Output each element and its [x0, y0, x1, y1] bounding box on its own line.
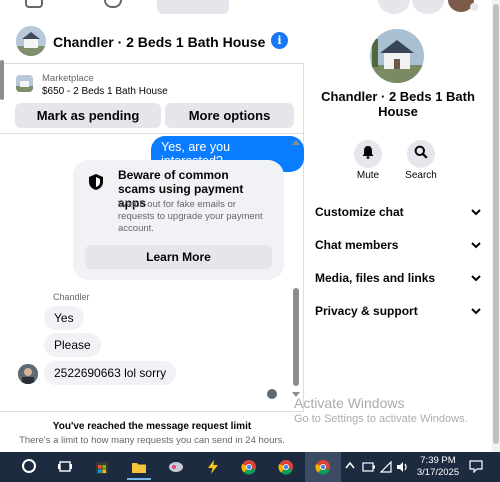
listing-price-title[interactable]: $650 - 2 Beds 1 Bath House	[42, 86, 168, 97]
chevron-down-icon	[471, 238, 481, 252]
scroll-thumb[interactable]	[293, 288, 299, 386]
seen-avatar	[267, 389, 277, 399]
bell-icon	[361, 145, 375, 164]
notifications-button[interactable]	[412, 0, 444, 14]
microsoft-store-icon[interactable]	[94, 459, 110, 475]
menu-grid-button[interactable]	[378, 0, 410, 14]
limit-body: There's a limit to how many requests you…	[19, 435, 285, 446]
listing-thumbnail[interactable]	[16, 75, 33, 92]
clock-date: 3/17/2025	[416, 467, 460, 478]
mute-label: Mute	[356, 170, 380, 181]
power-automate-icon[interactable]	[205, 459, 221, 475]
chrome-profile-icon[interactable]	[278, 459, 294, 475]
chrome-icon[interactable]	[241, 459, 257, 475]
snipping-tool-icon[interactable]	[168, 459, 184, 475]
learn-more-button[interactable]: Learn More	[85, 245, 272, 269]
clock-time: 7:39 PM	[420, 455, 456, 466]
top-navigation-strip	[0, 0, 500, 14]
info-icon[interactable]: i	[271, 32, 288, 49]
volume-icon[interactable]	[396, 460, 410, 478]
listing-avatar[interactable]	[16, 26, 46, 56]
limit-title: You've reached the message request limit	[52, 421, 252, 432]
activate-windows-title: Activate Windows	[294, 395, 405, 411]
activate-windows-subtitle: Go to Settings to activate Windows.	[294, 413, 468, 425]
taskbar-clock[interactable]: 7:39 PM 3/17/2025	[413, 455, 463, 479]
mark-as-pending-button[interactable]: Mark as pending	[15, 103, 161, 128]
notification-center-icon[interactable]	[469, 460, 483, 478]
chat-title[interactable]: Chandler · 2 Beds 1 Bath House	[53, 34, 265, 50]
row-label: Customize chat	[315, 205, 404, 219]
file-explorer-icon[interactable]	[131, 459, 147, 475]
task-view-icon[interactable]	[57, 459, 73, 475]
account-chevron-icon[interactable]	[470, 3, 478, 11]
chat-scrollbar[interactable]	[292, 140, 300, 408]
incoming-message: Please	[44, 333, 101, 357]
listing-large-avatar[interactable]	[370, 29, 424, 83]
privacy-support-row[interactable]: Privacy & support	[315, 299, 481, 323]
network-icon[interactable]	[379, 460, 392, 478]
details-title: Chandler · 2 Beds 1 Bath House	[321, 89, 475, 119]
shield-icon	[88, 173, 104, 196]
chat-header: Chandler · 2 Beds 1 Bath House i	[0, 14, 304, 64]
friends-icon[interactable]	[104, 0, 122, 8]
incoming-message: 2522690663 lol sorry	[44, 361, 177, 385]
mute-button[interactable]	[354, 140, 382, 168]
battery-icon[interactable]	[362, 460, 376, 478]
customize-chat-row[interactable]: Customize chat	[315, 200, 481, 224]
page-scroll-thumb[interactable]	[493, 4, 499, 444]
tab-active[interactable]	[157, 0, 229, 14]
home-icon[interactable]	[25, 0, 43, 8]
row-label: Privacy & support	[315, 304, 418, 318]
chrome-active-icon[interactable]	[315, 459, 331, 475]
sender-avatar[interactable]	[18, 364, 38, 384]
page-scrollbar[interactable]	[492, 0, 500, 452]
chat-members-row[interactable]: Chat members	[315, 233, 481, 257]
search-label: Search	[405, 170, 437, 181]
marketplace-label: Marketplace	[42, 73, 94, 84]
more-options-button[interactable]: More options	[165, 103, 294, 128]
row-label: Media, files and links	[315, 271, 436, 285]
tray-chevron-up-icon[interactable]	[345, 461, 355, 472]
warning-body: Watch out for fake emails or requests to…	[118, 199, 263, 234]
chevron-down-icon	[471, 271, 481, 285]
active-app-indicator	[127, 478, 151, 480]
incoming-message: Yes	[44, 306, 84, 330]
sender-name: Chandler	[53, 292, 90, 302]
scam-warning-card: Beware of common scams using payment app…	[73, 160, 284, 280]
row-label: Chat members	[315, 238, 399, 252]
chevron-down-icon	[471, 205, 481, 219]
search-button[interactable]	[407, 140, 435, 168]
chevron-down-icon	[471, 304, 481, 318]
scroll-up-arrow[interactable]	[292, 140, 300, 145]
marketplace-banner: Marketplace $650 - 2 Beds 1 Bath House M…	[0, 66, 304, 130]
search-circle-icon[interactable]	[22, 459, 36, 473]
media-files-links-row[interactable]: Media, files and links	[315, 266, 481, 290]
request-limit-notice: You've reached the message request limit…	[0, 411, 304, 452]
search-icon	[414, 145, 428, 164]
